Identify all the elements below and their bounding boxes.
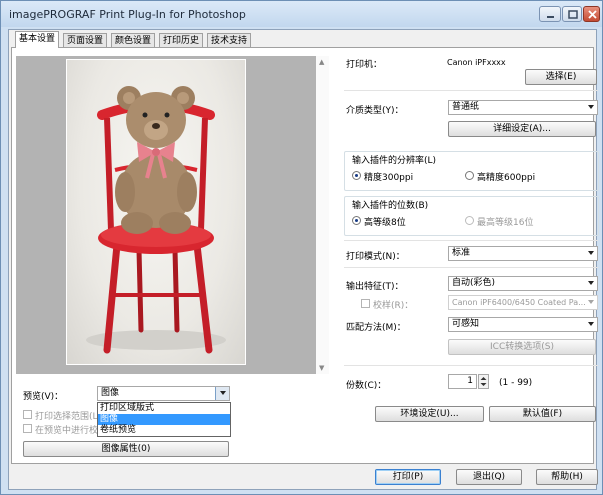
- print-mode-select[interactable]: 标准: [448, 246, 598, 261]
- output-profile-select[interactable]: 自动(彩色): [448, 276, 598, 291]
- matching-select[interactable]: 可感知: [448, 317, 598, 332]
- print-mode-label: 打印模式(N)：: [346, 252, 405, 262]
- dropdown-option[interactable]: 卷纸预览: [98, 425, 230, 436]
- spinner-arrows-icon: [480, 377, 487, 386]
- proof-checkbox[interactable]: [361, 299, 370, 308]
- chevron-down-icon: [588, 300, 594, 304]
- scroll-down-icon[interactable]: ▼: [319, 364, 324, 372]
- bit-16-radio[interactable]: [465, 216, 474, 225]
- bit-8-radio[interactable]: [352, 216, 361, 225]
- chevron-down-icon: [588, 105, 594, 109]
- tab-color-settings[interactable]: 颜色设置: [111, 33, 156, 48]
- bit-8-label: 高等级8位: [364, 218, 406, 228]
- proof-value: Canon iPF6400/6450 Coated Pa...: [452, 298, 586, 307]
- chevron-down-icon: [588, 251, 594, 255]
- print-mode-value: 标准: [452, 248, 471, 258]
- proof-select[interactable]: Canon iPF6400/6450 Coated Pa...: [448, 295, 598, 310]
- printer-name: Canon iPFxxxx: [447, 58, 506, 67]
- preview-select-value: 图像: [101, 388, 120, 398]
- divider: [344, 90, 598, 91]
- preview-scrollbar[interactable]: ▲ ▼: [316, 56, 329, 374]
- media-type-select[interactable]: 普通纸: [448, 100, 598, 115]
- media-type-label: 介质类型(Y)：: [346, 106, 404, 116]
- chevron-down-icon: [588, 281, 594, 285]
- window-title: imagePROGRAF Print Plug-In for Photoshop: [9, 8, 246, 21]
- matching-label: 匹配方法(M)：: [346, 323, 406, 333]
- help-button[interactable]: 帮助(H): [536, 469, 598, 485]
- close-icon: [588, 10, 597, 19]
- resolution-600-radio[interactable]: [465, 171, 474, 180]
- copies-input[interactable]: 1: [448, 374, 477, 389]
- resolution-600-label: 高精度600ppi: [477, 173, 536, 183]
- detail-settings-button[interactable]: 详细设定(A)...: [448, 121, 596, 137]
- title-bar[interactable]: imagePROGRAF Print Plug-In for Photoshop: [1, 1, 602, 27]
- divider: [344, 267, 598, 268]
- tab-support[interactable]: 技术支持: [207, 33, 252, 48]
- proof-label: 校样(R)：: [373, 301, 414, 311]
- copies-value: 1: [467, 376, 473, 386]
- resolution-300-label: 精度300ppi: [364, 173, 414, 183]
- defaults-button[interactable]: 默认值(F): [489, 406, 596, 422]
- matching-value: 可感知: [452, 319, 480, 329]
- print-selection-checkbox[interactable]: [23, 410, 32, 419]
- resolution-label: 输入插件的分辨率(L): [352, 156, 437, 166]
- bit-16-label: 最高等级16位: [477, 218, 534, 228]
- chevron-down-icon: [588, 322, 594, 326]
- preview-photo: [66, 59, 246, 365]
- teddy-bear-chair-image: [86, 86, 226, 354]
- tab-print-history[interactable]: 打印历史: [159, 33, 204, 48]
- preview-dropdown-list: 打印区域版式 图像 卷纸预览: [97, 402, 231, 437]
- copies-label: 份数(C)：: [346, 381, 387, 391]
- preview-proof-checkbox[interactable]: [23, 424, 32, 433]
- divider: [344, 365, 598, 366]
- tab-basic-settings[interactable]: 基本设置: [15, 31, 60, 48]
- scroll-up-icon[interactable]: ▲: [319, 58, 324, 66]
- printer-label: 打印机：: [346, 60, 383, 70]
- dropdown-option[interactable]: 打印区域版式: [98, 403, 230, 414]
- print-button[interactable]: 打印(P): [375, 469, 441, 485]
- select-printer-button[interactable]: 选择(E): [525, 69, 597, 85]
- preview-proof-label: 在预览中进行校: [35, 426, 99, 436]
- divider: [344, 240, 598, 241]
- copies-spinner[interactable]: [478, 374, 489, 389]
- resolution-300-radio[interactable]: [352, 171, 361, 180]
- media-type-value: 普通纸: [452, 102, 480, 112]
- preview-select[interactable]: 图像: [97, 386, 230, 401]
- dropdown-button[interactable]: [215, 387, 229, 400]
- maximize-icon: [568, 10, 578, 19]
- bit-depth-label: 输入插件的位数(B): [352, 201, 429, 211]
- output-profile-label: 输出特征(T)：: [346, 282, 404, 292]
- dropdown-option-selected[interactable]: 图像: [98, 414, 230, 425]
- minimize-icon: [547, 16, 554, 18]
- copies-range: (1 - 99): [499, 378, 533, 388]
- print-selection-label: 打印选择范围(L): [35, 412, 102, 422]
- icc-options-button[interactable]: ICC转换选项(S): [448, 339, 596, 355]
- environment-settings-button[interactable]: 环境设定(U)...: [375, 406, 484, 422]
- chevron-down-icon: [220, 391, 226, 395]
- image-properties-button[interactable]: 图像属性(0): [23, 441, 229, 457]
- close-button[interactable]: [583, 6, 600, 22]
- output-profile-value: 自动(彩色): [452, 278, 496, 288]
- maximize-button[interactable]: [562, 6, 582, 22]
- tab-page-setup[interactable]: 页面设置: [63, 33, 108, 48]
- minimize-button[interactable]: [539, 6, 561, 22]
- preview-label: 预览(V)：: [23, 392, 64, 402]
- exit-button[interactable]: 退出(Q): [456, 469, 522, 485]
